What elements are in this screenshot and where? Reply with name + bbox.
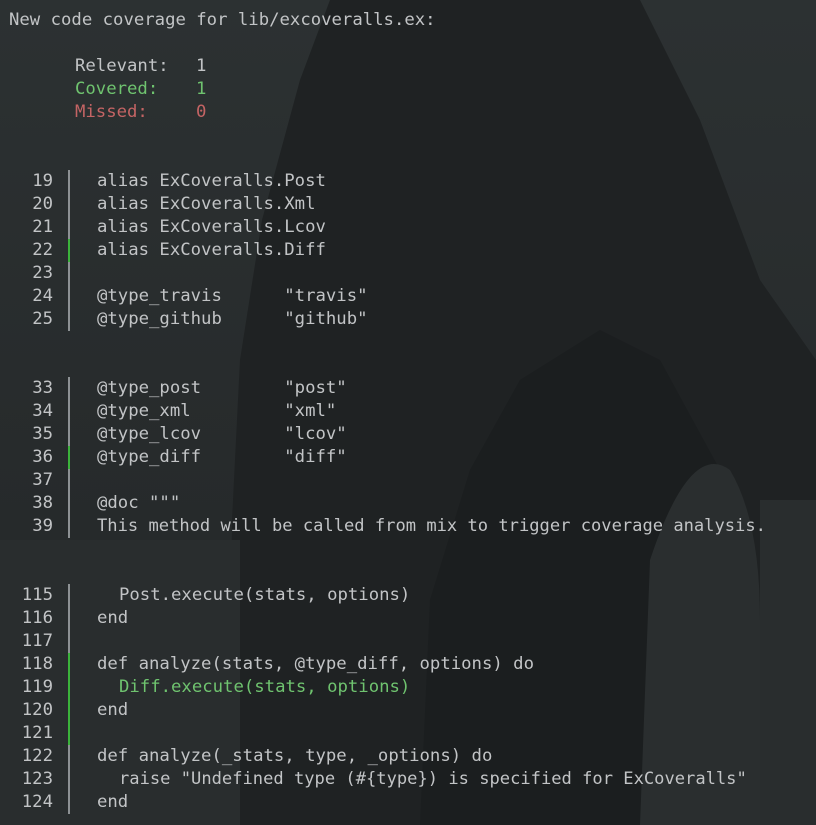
line-number: 22	[32, 240, 53, 260]
line-number: 39	[32, 516, 53, 536]
covered-gutter-bar	[68, 653, 70, 676]
line-number: 33	[32, 378, 53, 398]
relevant-label: Relevant:	[75, 56, 169, 76]
gutter-bar	[68, 492, 70, 515]
line-number: 117	[21, 631, 53, 651]
code-text: @type_post "post"	[97, 378, 347, 398]
gutter-bar	[68, 768, 70, 791]
line-number: 21	[32, 217, 53, 237]
code-text: end	[97, 608, 129, 628]
covered-gutter-bar	[68, 676, 70, 699]
gutter-bar	[68, 469, 70, 492]
code-text: alias ExCoveralls.Xml	[97, 194, 316, 214]
gutter-bar	[68, 170, 70, 193]
line-number: 35	[32, 424, 53, 444]
relevant-value: 1	[196, 56, 207, 76]
line-number: 116	[21, 608, 53, 628]
code-text: @type_travis "travis"	[97, 286, 368, 306]
line-number: 23	[32, 263, 53, 283]
gutter-bar	[68, 308, 70, 331]
line-number: 19	[32, 171, 53, 191]
gutter-bar	[68, 262, 70, 285]
line-number: 115	[21, 585, 53, 605]
gutter-bar	[68, 216, 70, 239]
line-number: 36	[32, 447, 53, 467]
covered-gutter-bar	[68, 446, 70, 469]
gutter-bar	[68, 607, 70, 630]
covered-code-text: Diff.execute(stats, options)	[119, 677, 411, 697]
line-number: 124	[21, 792, 53, 812]
line-number: 25	[32, 309, 53, 329]
missed-value: 0	[196, 102, 207, 122]
code-text: Post.execute(stats, options)	[119, 585, 411, 605]
gutter-bar	[68, 515, 70, 538]
code-text: def analyze(_stats, type, _options) do	[97, 746, 493, 766]
missed-stat: Missed: 0	[75, 101, 206, 124]
code-text: alias ExCoveralls.Lcov	[97, 217, 326, 237]
covered-gutter-bar	[68, 722, 70, 745]
code-text: end	[97, 792, 129, 812]
code-text: @doc """	[97, 493, 181, 513]
code-text: @type_lcov "lcov"	[97, 424, 347, 444]
gutter-bar	[68, 423, 70, 446]
line-number: 37	[32, 470, 53, 490]
gutter-bar	[68, 745, 70, 768]
gutter-bar	[68, 791, 70, 814]
line-number: 119	[21, 677, 53, 697]
code-text: end	[97, 700, 129, 720]
covered-gutter-bar	[68, 699, 70, 722]
line-number: 120	[21, 700, 53, 720]
code-text: This method will be called from mix to t…	[97, 516, 766, 536]
code-text: def analyze(stats, @type_diff, options) …	[97, 654, 534, 674]
covered-gutter-bar	[68, 239, 70, 262]
line-number: 24	[32, 286, 53, 306]
code-text: @type_xml "xml"	[97, 401, 337, 421]
gutter-bar	[68, 193, 70, 216]
line-number: 121	[21, 723, 53, 743]
line-number: 123	[21, 769, 53, 789]
line-number: 38	[32, 493, 53, 513]
code-text: @type_github "github"	[97, 309, 368, 329]
missed-label: Missed:	[75, 102, 148, 122]
covered-stat: Covered: 1	[75, 78, 206, 101]
code-text: @type_diff "diff"	[97, 447, 347, 467]
gutter-bar	[68, 400, 70, 423]
relevant-stat: Relevant: 1	[75, 55, 206, 78]
code-text: raise "Undefined type (#{type}) is speci…	[119, 769, 747, 789]
covered-value: 1	[196, 79, 207, 99]
code-text: alias ExCoveralls.Diff	[97, 240, 326, 260]
code-text: alias ExCoveralls.Post	[97, 171, 326, 191]
gutter-bar	[68, 377, 70, 400]
gutter-bar	[68, 630, 70, 653]
gutter-bar	[68, 285, 70, 308]
gutter-bar	[68, 584, 70, 607]
line-number: 34	[32, 401, 53, 421]
line-number: 122	[21, 746, 53, 766]
line-number: 20	[32, 194, 53, 214]
coverage-header: New code coverage for lib/excoveralls.ex…	[9, 10, 436, 30]
covered-label: Covered:	[75, 79, 159, 99]
line-number: 118	[21, 654, 53, 674]
